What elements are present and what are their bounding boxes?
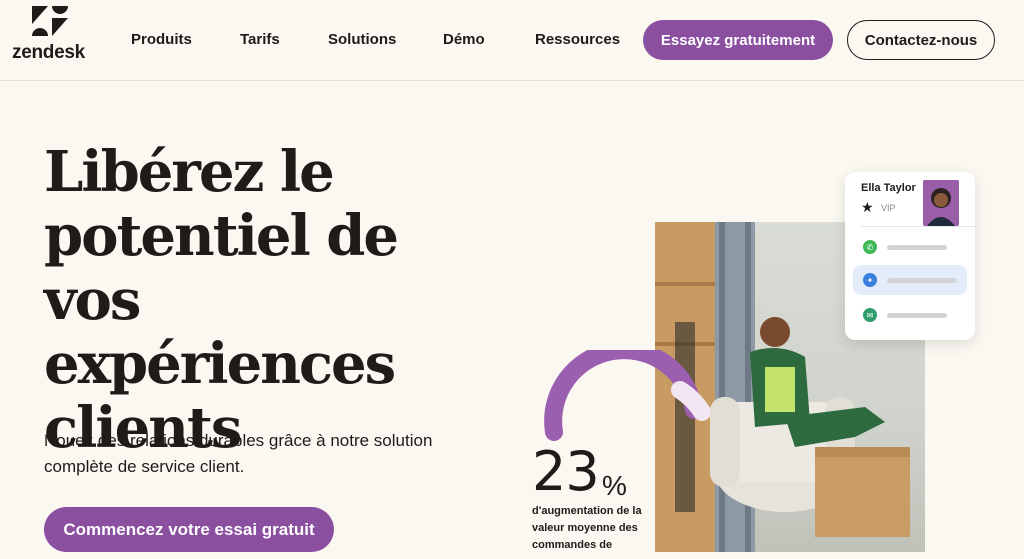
star-icon: ★	[861, 199, 874, 215]
channel-row-mail[interactable]: ✉	[853, 300, 967, 330]
progress-arc	[544, 350, 710, 441]
channel-placeholder-bar	[887, 245, 947, 250]
channel-placeholder-bar	[887, 278, 957, 283]
customer-tier: VIP	[881, 203, 896, 213]
try-free-button[interactable]: Essayez gratuitement	[643, 20, 833, 60]
whatsapp-icon: ✆	[863, 240, 877, 254]
customer-name: Ella Taylor	[861, 182, 916, 194]
nav-item-demo[interactable]: Démo	[443, 31, 485, 48]
channel-row-whatsapp[interactable]: ✆	[853, 232, 967, 262]
stat-value: 23	[532, 440, 600, 503]
start-trial-button[interactable]: Commencez votre essai gratuit	[44, 507, 334, 552]
mail-icon: ✉	[863, 308, 877, 322]
zendesk-logo[interactable]: zendesk	[12, 4, 92, 64]
hero-title: Libérez le potentiel de vos expériences …	[44, 139, 399, 461]
logo-text: zendesk	[12, 42, 85, 63]
top-navigation: zendesk Produits Tarifs Solutions Démo R…	[0, 0, 1024, 81]
channel-placeholder-bar	[887, 313, 947, 318]
nav-item-ressources[interactable]: Ressources	[535, 31, 620, 48]
zendesk-logo-icon	[32, 6, 68, 36]
hero-subtitle: Nouez des relations durables grâce à not…	[44, 431, 433, 476]
stat-caption: d'augmentation de la valeur moyenne des …	[532, 505, 642, 551]
channel-row-messenger[interactable]: ✦	[853, 265, 967, 295]
stat-unit: %	[602, 470, 627, 501]
messenger-icon: ✦	[863, 273, 877, 287]
avatar	[923, 180, 959, 226]
contact-button[interactable]: Contactez-nous	[847, 20, 995, 60]
nav-item-solutions[interactable]: Solutions	[328, 31, 396, 48]
divider	[861, 226, 975, 227]
nav-item-tarifs[interactable]: Tarifs	[240, 31, 280, 48]
customer-profile-card: Ella Taylor ★ VIP ✆ ✦ ✉	[845, 172, 975, 340]
nav-item-produits[interactable]: Produits	[131, 31, 192, 48]
